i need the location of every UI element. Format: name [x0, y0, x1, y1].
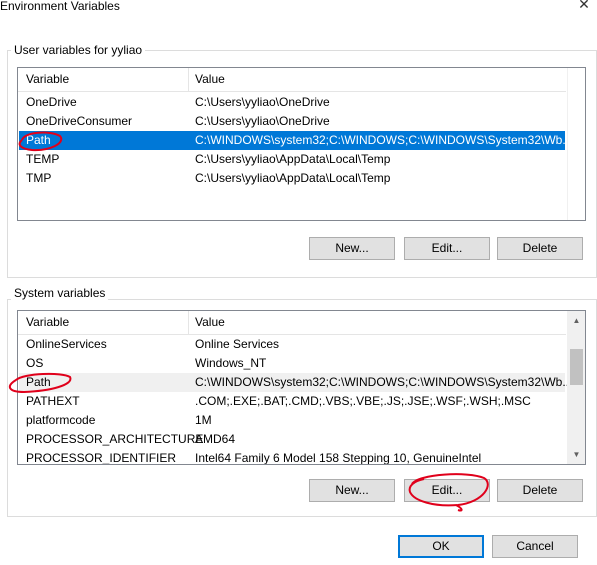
cancel-button[interactable]: Cancel — [492, 535, 578, 558]
system-row-value: 1M — [195, 413, 212, 427]
system-row-variable: Path — [26, 375, 51, 389]
close-icon[interactable]: ✕ — [576, 0, 592, 12]
system-row-variable: PATHEXT — [26, 394, 80, 408]
system-row-variable: OnlineServices — [26, 337, 107, 351]
user-row-tmp[interactable]: TMP C:\Users\yyliao\AppData\Local\Temp — [19, 169, 565, 188]
user-list-header: Variable Value — [18, 68, 566, 92]
user-new-button[interactable]: New... — [309, 237, 395, 260]
system-edit-button[interactable]: Edit... — [404, 479, 490, 502]
user-row-value: C:\WINDOWS\system32;C:\WINDOWS;C:\WINDOW… — [195, 133, 573, 147]
system-row-processor-architecture[interactable]: PROCESSOR_ARCHITECTURE AMD64 — [19, 430, 565, 449]
system-row-processor-identifier[interactable]: PROCESSOR_IDENTIFIER Intel64 Family 6 Mo… — [19, 449, 565, 465]
user-variables-label: User variables for yyliao — [11, 43, 146, 57]
user-row-onedrive[interactable]: OneDrive C:\Users\yyliao\OneDrive — [19, 93, 565, 112]
system-row-value: .COM;.EXE;.BAT;.CMD;.VBS;.VBE;.JS;.JSE;.… — [195, 394, 531, 408]
user-list-scrollbar[interactable] — [567, 68, 585, 220]
system-row-value: C:\WINDOWS\system32;C:\WINDOWS;C:\WINDOW… — [195, 375, 573, 389]
user-delete-button[interactable]: Delete — [497, 237, 583, 260]
user-column-variable[interactable]: Variable — [20, 68, 188, 91]
user-row-variable: Path — [26, 133, 51, 147]
system-row-path[interactable]: Path C:\WINDOWS\system32;C:\WINDOWS;C:\W… — [19, 373, 572, 392]
system-list-scrollbar[interactable]: ▲ ▼ — [567, 311, 585, 464]
user-row-variable: OneDriveConsumer — [26, 114, 133, 128]
user-variables-list[interactable]: Variable Value OneDrive C:\Users\yyliao\… — [17, 67, 586, 221]
window-title: Environment Variables — [0, 0, 120, 13]
user-row-onedriveconsumer[interactable]: OneDriveConsumer C:\Users\yyliao\OneDriv… — [19, 112, 565, 131]
user-column-value[interactable]: Value — [188, 68, 566, 91]
system-delete-button[interactable]: Delete — [497, 479, 583, 502]
system-row-variable: PROCESSOR_IDENTIFIER — [26, 451, 177, 465]
user-row-variable: OneDrive — [26, 95, 77, 109]
user-row-variable: TMP — [26, 171, 52, 185]
user-row-variable: TEMP — [26, 152, 60, 166]
system-row-variable: platformcode — [26, 413, 96, 427]
user-edit-button[interactable]: Edit... — [404, 237, 490, 260]
system-variables-list[interactable]: Variable Value OnlineServices Online Ser… — [17, 310, 586, 465]
system-variables-label: System variables — [11, 286, 109, 300]
system-row-onlineservices[interactable]: OnlineServices Online Services — [19, 335, 565, 354]
user-row-value: C:\Users\yyliao\AppData\Local\Temp — [195, 152, 391, 166]
system-column-variable[interactable]: Variable — [20, 311, 188, 334]
system-row-platformcode[interactable]: platformcode 1M — [19, 411, 565, 430]
scroll-up-icon[interactable]: ▲ — [568, 312, 585, 329]
user-row-temp[interactable]: TEMP C:\Users\yyliao\AppData\Local\Temp — [19, 150, 565, 169]
user-row-path[interactable]: Path C:\WINDOWS\system32;C:\WINDOWS;C:\W… — [19, 131, 572, 150]
system-list-header: Variable Value — [18, 311, 566, 335]
scrollbar-thumb[interactable] — [570, 349, 583, 385]
system-row-value: Intel64 Family 6 Model 158 Stepping 10, … — [195, 451, 482, 465]
scroll-down-icon[interactable]: ▼ — [568, 446, 585, 463]
user-row-value: C:\Users\yyliao\OneDrive — [195, 114, 330, 128]
system-row-value: Windows_NT — [195, 356, 267, 370]
ok-button[interactable]: OK — [398, 535, 484, 558]
user-row-value: C:\Users\yyliao\OneDrive — [195, 95, 330, 109]
system-row-value: Online Services — [195, 337, 280, 351]
system-row-pathext[interactable]: PATHEXT .COM;.EXE;.BAT;.CMD;.VBS;.VBE;.J… — [19, 392, 565, 411]
system-column-value[interactable]: Value — [188, 311, 566, 334]
system-row-value: AMD64 — [195, 432, 236, 446]
system-new-button[interactable]: New... — [309, 479, 395, 502]
system-row-variable: OS — [26, 356, 44, 370]
system-row-os[interactable]: OS Windows_NT — [19, 354, 565, 373]
system-row-variable: PROCESSOR_ARCHITECTURE — [26, 432, 204, 446]
user-row-value: C:\Users\yyliao\AppData\Local\Temp — [195, 171, 391, 185]
